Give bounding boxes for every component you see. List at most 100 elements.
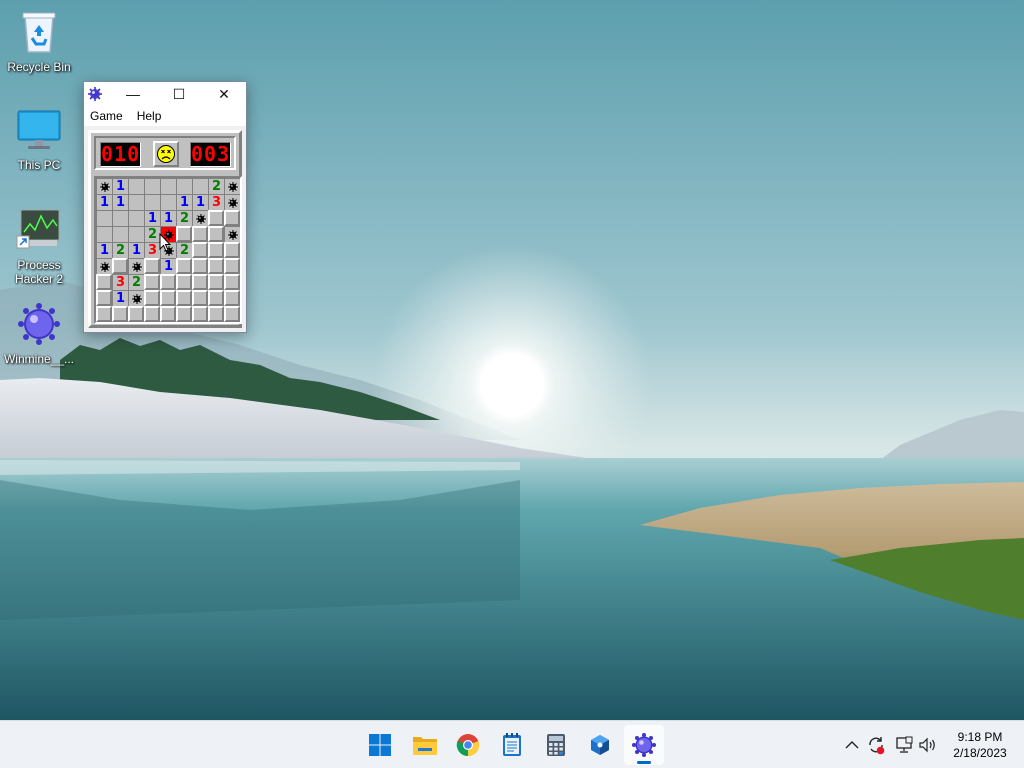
- number-cell[interactable]: 1: [112, 194, 128, 210]
- empty-cell[interactable]: [128, 210, 144, 226]
- mine-cell[interactable]: [192, 210, 208, 226]
- hidden-cell[interactable]: [176, 226, 192, 242]
- number-cell[interactable]: 1: [144, 210, 160, 226]
- empty-cell[interactable]: [112, 226, 128, 242]
- hidden-cell[interactable]: [144, 290, 160, 306]
- hidden-cell[interactable]: [208, 242, 224, 258]
- hidden-cell[interactable]: [224, 290, 240, 306]
- hidden-cell[interactable]: [192, 258, 208, 274]
- mine-cell[interactable]: [224, 194, 240, 210]
- number-cell[interactable]: 3: [144, 242, 160, 258]
- empty-cell[interactable]: [176, 178, 192, 194]
- hidden-cell[interactable]: [192, 290, 208, 306]
- desktop-icon-this-pc[interactable]: This PC: [0, 106, 79, 172]
- show-hidden-icons-button[interactable]: [842, 735, 862, 755]
- mine-cell[interactable]: [96, 258, 112, 274]
- taskbar-minesweeper[interactable]: [624, 725, 664, 765]
- maximize-button[interactable]: ☐: [156, 82, 202, 106]
- taskbar-file-explorer[interactable]: [405, 725, 445, 765]
- mine-cell[interactable]: [96, 178, 112, 194]
- number-cell[interactable]: 1: [160, 210, 176, 226]
- hidden-cell[interactable]: [96, 306, 112, 322]
- number-cell[interactable]: 1: [192, 194, 208, 210]
- number-cell[interactable]: 1: [176, 194, 192, 210]
- minimize-button[interactable]: —: [110, 82, 156, 106]
- desktop-icon-recycle-bin[interactable]: Recycle Bin: [0, 8, 79, 74]
- mine-cell[interactable]: [128, 290, 144, 306]
- empty-cell[interactable]: [160, 194, 176, 210]
- hidden-cell[interactable]: [176, 290, 192, 306]
- tray-volume[interactable]: [918, 735, 938, 755]
- tray-network[interactable]: [894, 735, 914, 755]
- hidden-cell[interactable]: [208, 226, 224, 242]
- clock[interactable]: 9:18 PM 2/18/2023: [942, 729, 1018, 761]
- taskbar-notepad[interactable]: [492, 725, 532, 765]
- hidden-cell[interactable]: [192, 274, 208, 290]
- empty-cell[interactable]: [128, 194, 144, 210]
- hidden-cell[interactable]: [224, 306, 240, 322]
- hidden-cell[interactable]: [176, 258, 192, 274]
- hidden-cell[interactable]: [160, 306, 176, 322]
- mine-cell[interactable]: [224, 226, 240, 242]
- hidden-cell[interactable]: [224, 258, 240, 274]
- empty-cell[interactable]: [144, 178, 160, 194]
- hidden-cell[interactable]: [192, 242, 208, 258]
- number-cell[interactable]: 1: [96, 194, 112, 210]
- number-cell[interactable]: 1: [128, 242, 144, 258]
- hidden-cell[interactable]: [112, 306, 128, 322]
- empty-cell[interactable]: [96, 226, 112, 242]
- start-button[interactable]: [360, 725, 400, 765]
- taskbar-app[interactable]: [580, 725, 620, 765]
- hidden-cell[interactable]: [224, 210, 240, 226]
- hidden-cell[interactable]: [176, 274, 192, 290]
- menu-help[interactable]: Help: [137, 109, 162, 123]
- hidden-cell[interactable]: [96, 290, 112, 306]
- number-cell[interactable]: 2: [176, 210, 192, 226]
- number-cell[interactable]: 3: [208, 194, 224, 210]
- hidden-cell[interactable]: [96, 274, 112, 290]
- hidden-cell[interactable]: [208, 210, 224, 226]
- number-cell[interactable]: 1: [112, 178, 128, 194]
- hidden-cell[interactable]: [192, 306, 208, 322]
- desktop-icon-winmine[interactable]: Winmine__...: [0, 300, 79, 366]
- hidden-cell[interactable]: [224, 274, 240, 290]
- hidden-cell[interactable]: [208, 306, 224, 322]
- hidden-cell[interactable]: [208, 258, 224, 274]
- hidden-cell[interactable]: [160, 274, 176, 290]
- hidden-cell[interactable]: [160, 290, 176, 306]
- empty-cell[interactable]: [192, 178, 208, 194]
- hidden-cell[interactable]: [192, 226, 208, 242]
- taskbar-chrome[interactable]: [448, 725, 488, 765]
- hidden-cell[interactable]: [144, 258, 160, 274]
- hidden-cell[interactable]: [208, 274, 224, 290]
- number-cell[interactable]: 1: [112, 290, 128, 306]
- number-cell[interactable]: 3: [112, 274, 128, 290]
- title-bar[interactable]: — ☐ ✕: [84, 82, 246, 106]
- empty-cell[interactable]: [128, 178, 144, 194]
- mine-cell[interactable]: [224, 178, 240, 194]
- empty-cell[interactable]: [144, 194, 160, 210]
- number-cell[interactable]: 1: [160, 258, 176, 274]
- empty-cell[interactable]: [128, 226, 144, 242]
- tray-sync-status[interactable]: [866, 735, 886, 755]
- hidden-cell[interactable]: [144, 274, 160, 290]
- empty-cell[interactable]: [112, 210, 128, 226]
- number-cell[interactable]: 2: [208, 178, 224, 194]
- number-cell[interactable]: 2: [176, 242, 192, 258]
- hidden-cell[interactable]: [144, 306, 160, 322]
- face-reset-button[interactable]: [153, 141, 179, 167]
- desktop-icon-process-hacker[interactable]: Process Hacker 2: [0, 206, 79, 286]
- close-button[interactable]: ✕: [201, 82, 247, 106]
- hidden-cell[interactable]: [176, 306, 192, 322]
- mine-cell[interactable]: [128, 258, 144, 274]
- number-cell[interactable]: 2: [128, 274, 144, 290]
- empty-cell[interactable]: [96, 210, 112, 226]
- menu-game[interactable]: Game: [90, 109, 123, 123]
- number-cell[interactable]: 1: [96, 242, 112, 258]
- number-cell[interactable]: 2: [112, 242, 128, 258]
- empty-cell[interactable]: [160, 178, 176, 194]
- hidden-cell[interactable]: [128, 306, 144, 322]
- hidden-cell[interactable]: [208, 290, 224, 306]
- hidden-cell[interactable]: [112, 258, 128, 274]
- hidden-cell[interactable]: [224, 242, 240, 258]
